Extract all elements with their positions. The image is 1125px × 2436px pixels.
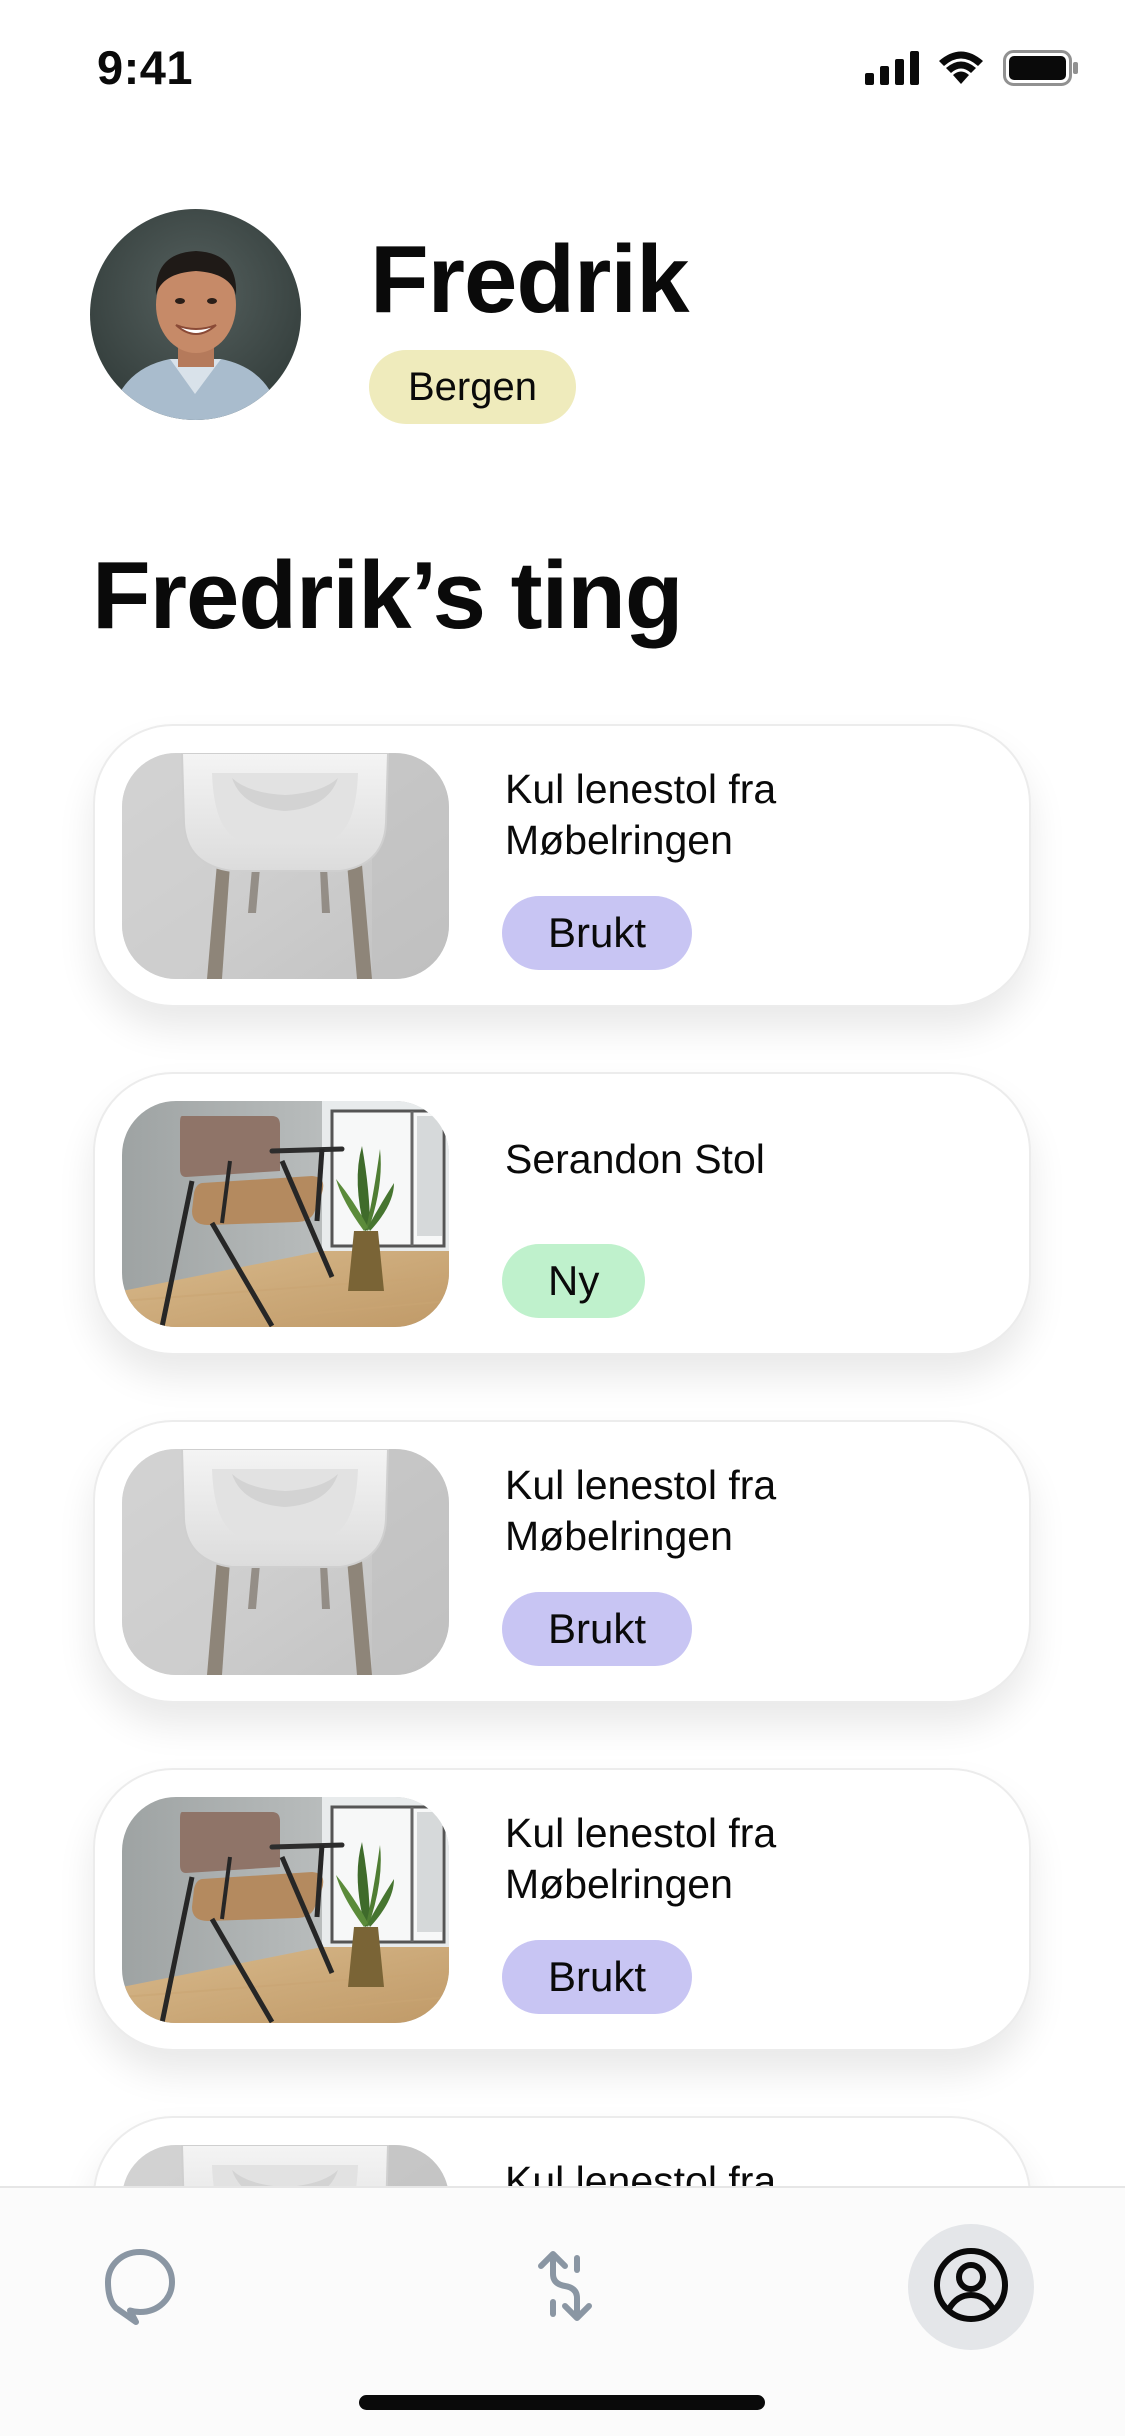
tab-swap[interactable] [515, 2238, 615, 2338]
item-card[interactable]: Kul lenestol fra Møbelringen Brukt [93, 724, 1031, 1007]
item-image [122, 753, 449, 979]
item-image [122, 2145, 449, 2186]
condition-badge: Brukt [502, 896, 693, 970]
tab-profile[interactable] [908, 2224, 1034, 2350]
condition-badge: Brukt [502, 1940, 693, 2014]
item-card[interactable]: Kul lenestol fra [93, 2116, 1031, 2186]
item-image [122, 1449, 449, 1675]
item-list: Kul lenestol fra Møbelringen Brukt Seran… [0, 0, 1125, 2186]
tab-messages[interactable] [90, 2238, 190, 2338]
item-card[interactable]: Kul lenestol fra Møbelringen Brukt [93, 1768, 1031, 2051]
user-circle-icon [931, 2245, 1011, 2330]
condition-badge: Ny [502, 1244, 646, 1318]
item-title: Kul lenestol fra Møbelringen [505, 1462, 777, 1559]
item-card[interactable]: Kul lenestol fra Møbelringen Brukt [93, 1420, 1031, 1703]
item-title: Kul lenestol fra Møbelringen [505, 766, 777, 863]
item-image [122, 1101, 449, 1327]
item-card[interactable]: Serandon Stol Ny [93, 1072, 1031, 1355]
swap-arrows-icon [527, 2246, 603, 2331]
condition-badge: Brukt [502, 1592, 693, 1666]
home-indicator [359, 2395, 765, 2410]
item-title: Kul lenestol fra Møbelringen [505, 1810, 777, 1907]
chat-bubble-icon [102, 2246, 178, 2331]
item-image [122, 1797, 449, 2023]
item-title: Kul lenestol fra [505, 2158, 777, 2186]
item-title: Serandon Stol [505, 1136, 765, 1182]
